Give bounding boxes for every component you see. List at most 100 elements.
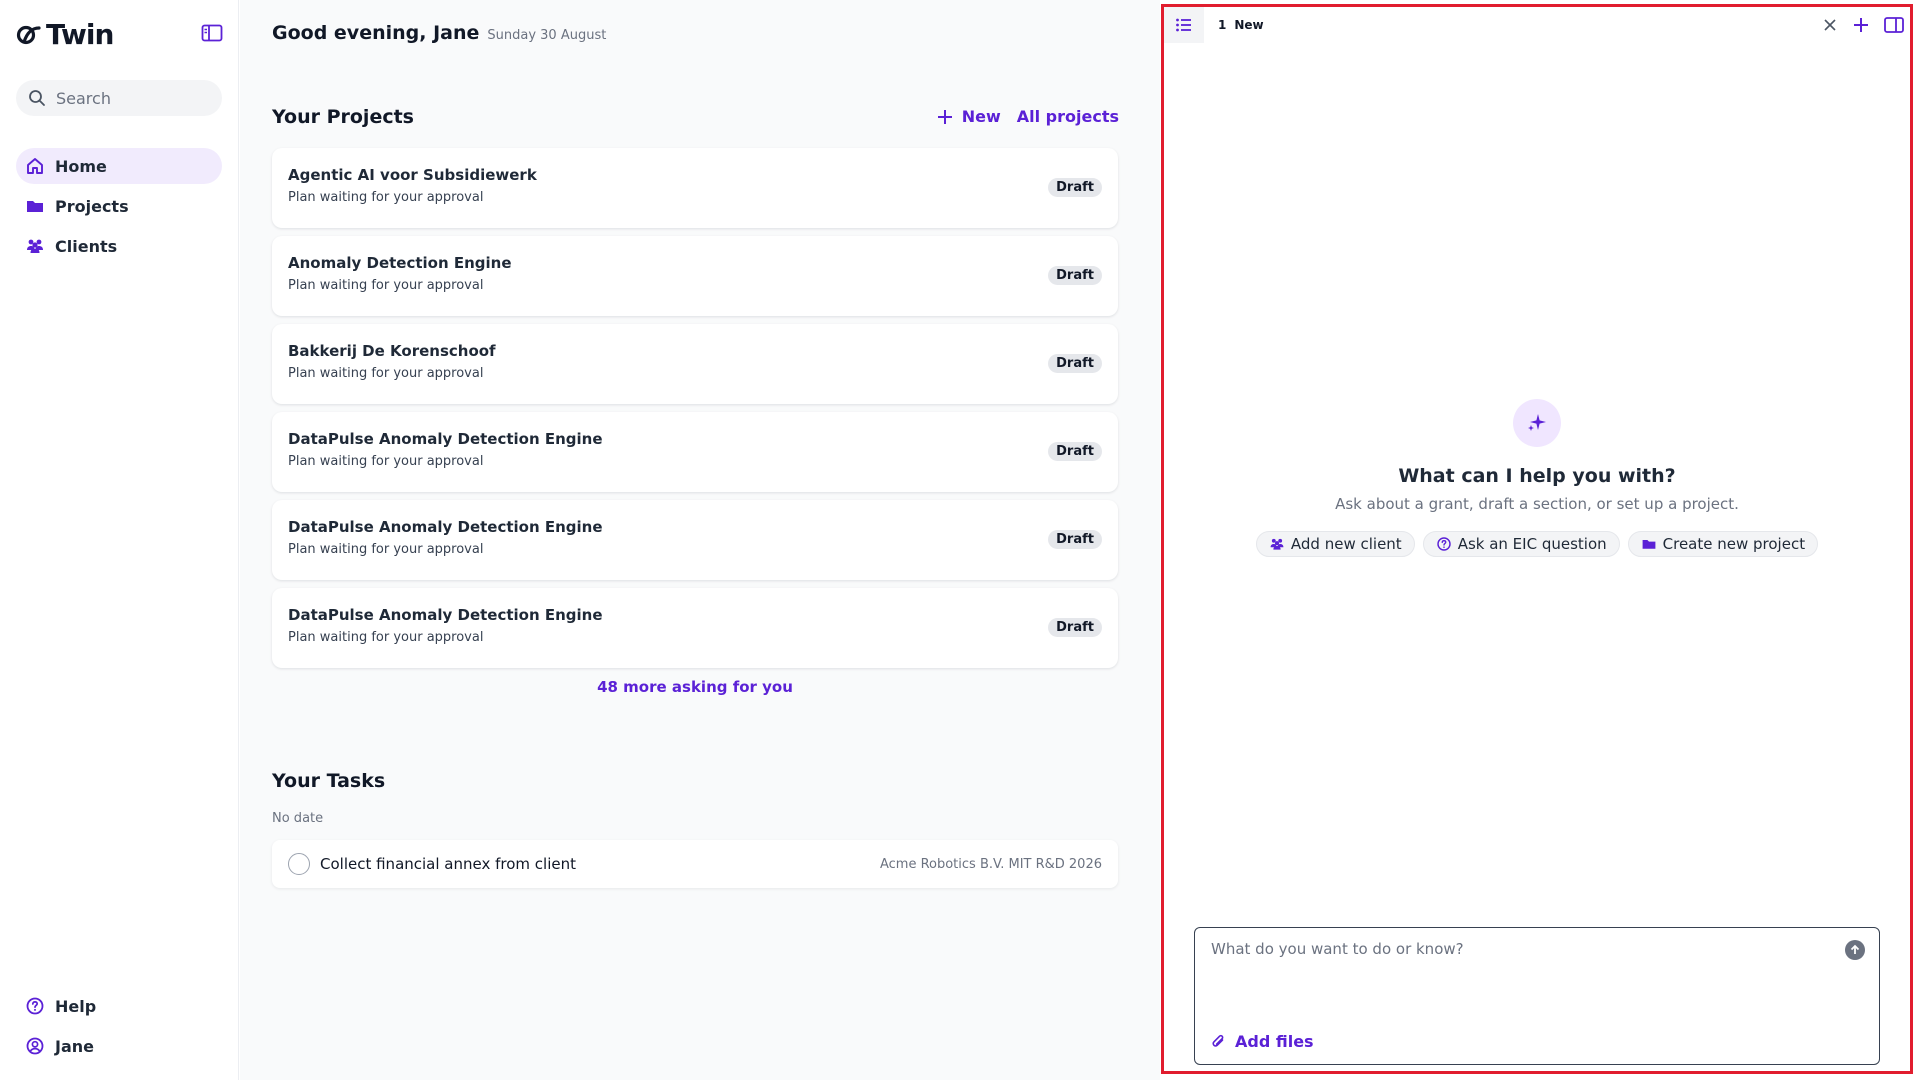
add-files-button[interactable]: Add files <box>1211 1032 1314 1051</box>
nav-item-help[interactable]: Help <box>16 988 222 1024</box>
nav-item-home[interactable]: Home <box>16 148 222 184</box>
message-composer: Add files <box>1194 927 1880 1065</box>
folder-icon <box>27 201 43 212</box>
project-status: Plan waiting for your approval <box>288 542 484 557</box>
list-icon <box>1176 18 1191 32</box>
project-name: DataPulse Anomaly Detection Engine <box>288 518 603 536</box>
task-checkbox[interactable] <box>288 853 310 875</box>
status-badge: Draft <box>1048 266 1102 285</box>
project-name: DataPulse Anomaly Detection Engine <box>288 430 603 448</box>
home-icon <box>27 158 43 174</box>
project-card[interactable]: DataPulse Anomaly Detection Engine Plan … <box>272 412 1118 492</box>
project-list: Agentic AI voor Subsidiewerk Plan waitin… <box>272 148 1118 676</box>
panel-right-icon <box>1884 17 1904 33</box>
project-name: DataPulse Anomaly Detection Engine <box>288 606 603 624</box>
users-icon <box>27 239 43 253</box>
status-badge: Draft <box>1048 354 1102 373</box>
message-input[interactable] <box>1211 940 1821 1000</box>
project-status: Plan waiting for your approval <box>288 630 484 645</box>
project-status: Plan waiting for your approval <box>288 190 484 205</box>
help-icon <box>1436 537 1451 551</box>
ask-eic-question-chip[interactable]: Ask an EIC question <box>1422 531 1620 557</box>
nav-item-label: Help <box>55 996 97 1016</box>
task-meta: Acme Robotics B.V. MIT R&D 2026 <box>879 856 1102 872</box>
all-projects-label: All projects <box>1016 107 1119 126</box>
logo[interactable]: Twin <box>16 18 114 51</box>
empty-state: What can I help you with? Ask about a gr… <box>1164 399 1910 557</box>
sparkle-icon <box>1528 414 1546 431</box>
project-name: Agentic AI voor Subsidiewerk <box>288 166 537 184</box>
project-card[interactable]: Agentic AI voor Subsidiewerk Plan waitin… <box>272 148 1118 228</box>
project-name: Anomaly Detection Engine <box>288 254 512 272</box>
project-card[interactable]: DataPulse Anomaly Detection Engine Plan … <box>272 588 1118 668</box>
users-icon <box>1270 538 1284 550</box>
suggestion-chips: Add new client Ask an EIC question Creat… <box>1164 531 1910 557</box>
nav-item-label: Home <box>55 156 107 176</box>
search-input[interactable] <box>56 88 206 108</box>
plus-icon <box>937 109 952 124</box>
tab-list-button[interactable] <box>1164 7 1204 43</box>
project-card[interactable]: DataPulse Anomaly Detection Engine Plan … <box>272 500 1118 580</box>
new-tab-button[interactable] <box>1850 14 1872 36</box>
nav-item-projects[interactable]: Projects <box>16 188 222 224</box>
send-button[interactable] <box>1845 940 1865 960</box>
project-name: Bakkerij De Korenschoof <box>288 342 496 360</box>
project-card[interactable]: Bakkerij De Korenschoof Plan waiting for… <box>272 324 1118 404</box>
empty-state-subtitle: Ask about a grant, draft a section, or s… <box>1335 495 1739 513</box>
all-projects-link[interactable]: All projects <box>1017 107 1119 126</box>
tasks-section-title: Your Tasks <box>272 770 386 792</box>
create-new-project-chip[interactable]: Create new project <box>1627 531 1819 557</box>
main-nav: Home Projects Clients <box>16 148 222 268</box>
project-status: Plan waiting for your approval <box>288 454 484 469</box>
nav-item-label: Jane <box>55 1036 94 1056</box>
project-status: Plan waiting for your approval <box>288 366 484 381</box>
logo-text: Twin <box>46 18 114 51</box>
tab-number: 1 <box>1218 18 1227 32</box>
search-box[interactable] <box>16 80 222 116</box>
panel-layout-button[interactable] <box>1882 14 1906 36</box>
chip-label: Add new client <box>1290 535 1402 553</box>
greeting: Good evening, Jane Sunday 30 August <box>272 22 606 44</box>
sidebar-bottom-nav: Help Jane <box>16 988 222 1068</box>
new-project-button[interactable]: New <box>936 107 1001 126</box>
close-tab-button[interactable] <box>1820 15 1840 35</box>
main-content: Good evening, Jane Sunday 30 August Your… <box>240 0 1160 1080</box>
status-badge: Draft <box>1048 178 1102 197</box>
sidebar-toggle-icon <box>201 24 223 42</box>
more-projects-link[interactable]: 48 more asking for you <box>272 678 1118 696</box>
help-icon <box>26 997 44 1015</box>
add-files-label: Add files <box>1235 1032 1314 1051</box>
close-icon <box>1824 19 1836 31</box>
panel-tab-bar: 1 New <box>1164 7 1910 43</box>
folder-icon <box>1642 540 1656 549</box>
search-icon <box>29 90 45 106</box>
task-row[interactable]: Collect financial annex from client Acme… <box>272 840 1118 888</box>
collapse-sidebar-button[interactable] <box>200 22 224 44</box>
nav-item-clients[interactable]: Clients <box>16 228 222 264</box>
arrow-up-icon <box>1850 944 1860 954</box>
user-circle-icon <box>26 1037 44 1055</box>
sparkle-badge <box>1513 399 1561 447</box>
nav-item-label: Clients <box>55 236 118 256</box>
tab-label: New <box>1234 18 1264 32</box>
project-status: Plan waiting for your approval <box>288 278 484 293</box>
plus-icon <box>1854 18 1868 32</box>
empty-state-title: What can I help you with? <box>1398 465 1676 487</box>
new-project-label: New <box>961 107 1001 126</box>
projects-section-title: Your Projects <box>272 106 414 128</box>
paperclip-icon <box>1212 1034 1224 1047</box>
add-new-client-chip[interactable]: Add new client <box>1255 531 1415 557</box>
task-group-label: No date <box>272 811 324 826</box>
status-badge: Draft <box>1048 442 1102 461</box>
status-badge: Draft <box>1048 618 1102 637</box>
nav-item-account[interactable]: Jane <box>16 1028 222 1064</box>
project-card[interactable]: Anomaly Detection Engine Plan waiting fo… <box>272 236 1118 316</box>
nav-item-label: Projects <box>55 196 129 216</box>
greeting-title: Good evening, Jane <box>272 22 480 44</box>
status-badge: Draft <box>1048 530 1102 549</box>
assistant-panel: 1 New What can I help you with? Ask abou… <box>1161 4 1913 1074</box>
chip-label: Create new project <box>1662 535 1806 553</box>
tab-new[interactable]: 1 New <box>1204 18 1264 32</box>
logo-mark-icon <box>16 25 41 44</box>
sidebar: Twin Home Projects <box>0 0 239 1080</box>
